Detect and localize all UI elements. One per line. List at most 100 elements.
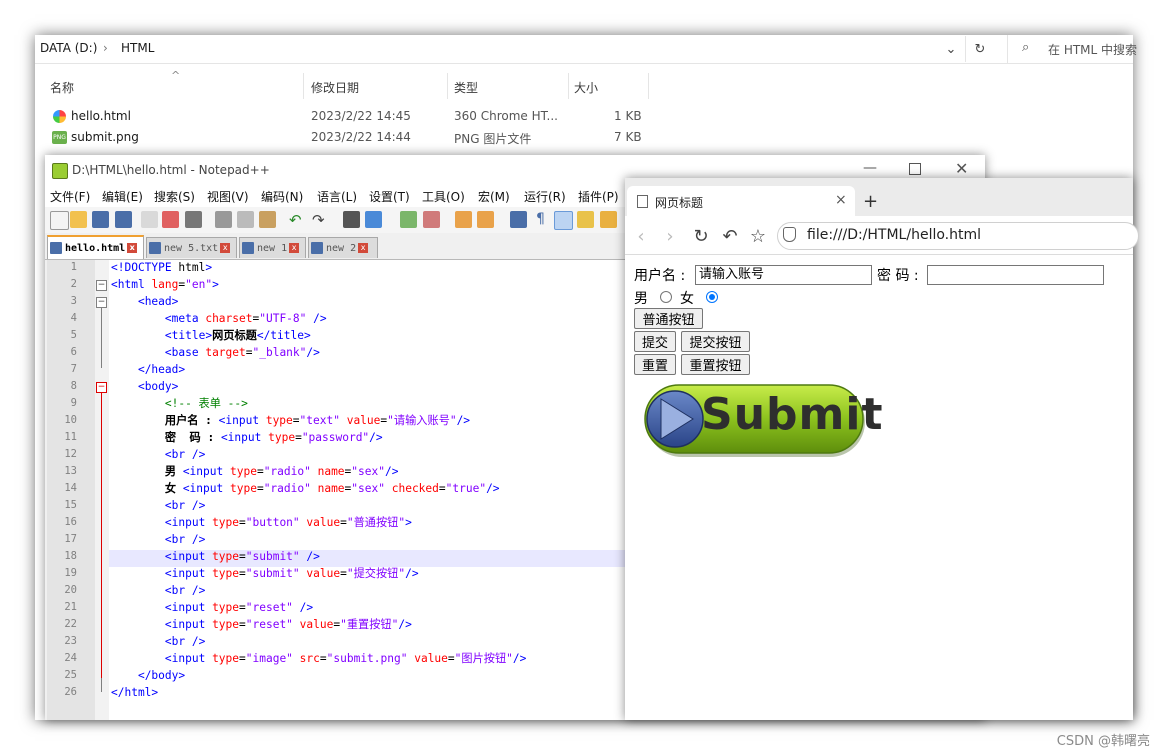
code-line[interactable]: <br /> bbox=[111, 531, 205, 548]
code-line[interactable]: <html lang="en"> bbox=[111, 276, 219, 293]
menu-search[interactable]: 搜索(S) bbox=[154, 188, 195, 205]
code-line[interactable]: 女 <input type="radio" name="sex" checked… bbox=[111, 480, 500, 497]
menu-tools[interactable]: 工具(O) bbox=[422, 188, 465, 205]
column-header-date[interactable]: 修改日期 bbox=[311, 79, 359, 96]
reset-button[interactable]: 重置按钮 bbox=[681, 354, 750, 375]
code-line[interactable]: </html> bbox=[111, 684, 158, 701]
code-line[interactable]: <body> bbox=[111, 378, 178, 395]
code-line[interactable]: <title>网页标题</title> bbox=[111, 327, 311, 344]
submit-button[interactable]: 提交按钮 bbox=[681, 331, 750, 352]
menu-settings[interactable]: 设置(T) bbox=[369, 188, 410, 205]
minimize-icon[interactable]: — bbox=[863, 160, 877, 176]
code-line[interactable]: <input type="submit" /> bbox=[111, 548, 320, 565]
save-icon[interactable] bbox=[92, 211, 109, 228]
column-divider[interactable] bbox=[648, 73, 649, 99]
refresh-icon[interactable]: ↻ bbox=[965, 36, 994, 62]
undo-icon[interactable]: ↶ bbox=[289, 211, 306, 229]
address-bar[interactable]: file:///D:/HTML/hello.html bbox=[777, 222, 1139, 250]
image-submit-button[interactable]: Submit bbox=[643, 383, 882, 459]
redo-icon[interactable]: ↷ bbox=[312, 211, 329, 229]
tab-close-icon[interactable]: x bbox=[289, 243, 300, 253]
address-bar[interactable]: DATA (D:) › HTML ⌄ ↻ ⌕ 在 HTML 中搜索 bbox=[35, 35, 1137, 64]
menu-file[interactable]: 文件(F) bbox=[50, 188, 90, 205]
column-header-type[interactable]: 类型 bbox=[454, 79, 478, 96]
chevron-down-icon[interactable]: ⌄ bbox=[937, 36, 965, 62]
normal-button[interactable]: 普通按钮 bbox=[634, 308, 703, 329]
code-line[interactable]: <input type="reset" value="重置按钮"/> bbox=[111, 616, 412, 633]
new-file-icon[interactable] bbox=[50, 211, 69, 230]
menu-edit[interactable]: 编辑(E) bbox=[102, 188, 143, 205]
tab-close-icon[interactable]: x bbox=[127, 243, 138, 253]
function-list-icon[interactable] bbox=[600, 211, 617, 228]
print-icon[interactable] bbox=[185, 211, 202, 228]
tab-new-5[interactable]: new 5.txt x bbox=[146, 237, 237, 258]
file-row[interactable]: hello.html 2023/2/22 14:45 360 Chrome HT… bbox=[35, 107, 655, 127]
close-all-icon[interactable] bbox=[162, 211, 179, 228]
new-tab-icon[interactable]: + bbox=[863, 191, 878, 212]
menu-run[interactable]: 运行(R) bbox=[524, 188, 566, 205]
male-radio[interactable] bbox=[660, 291, 672, 303]
tab-close-icon[interactable]: x bbox=[220, 243, 231, 253]
file-row[interactable]: PNG submit.png 2023/2/22 14:44 PNG 图片文件 … bbox=[35, 128, 655, 148]
open-file-icon[interactable] bbox=[70, 211, 87, 228]
forward-icon[interactable]: › bbox=[658, 224, 682, 248]
paste-icon[interactable] bbox=[259, 211, 276, 228]
search-input[interactable]: 在 HTML 中搜索 bbox=[1048, 41, 1137, 58]
code-line[interactable]: <input type="image" src="submit.png" val… bbox=[111, 650, 526, 667]
save-all-icon[interactable] bbox=[115, 211, 132, 228]
tab-new-1[interactable]: new 1 x bbox=[239, 237, 306, 258]
url-text[interactable]: file:///D:/HTML/hello.html bbox=[807, 227, 981, 243]
code-line[interactable]: </head> bbox=[111, 361, 185, 378]
code-line[interactable]: <input type="reset" /> bbox=[111, 599, 313, 616]
code-line[interactable]: <br /> bbox=[111, 582, 205, 599]
browser-tab[interactable]: 网页标题 × bbox=[627, 186, 855, 216]
code-line[interactable]: 密 码 : <input type="password"/> bbox=[111, 429, 383, 446]
maximize-icon[interactable] bbox=[909, 163, 921, 175]
username-input[interactable]: 请输入账号 bbox=[695, 265, 872, 285]
reload-icon[interactable]: ↻ bbox=[689, 224, 713, 248]
code-line[interactable]: <br /> bbox=[111, 633, 205, 650]
submit-default-button[interactable]: 提交 bbox=[634, 331, 676, 352]
show-all-chars-icon[interactable]: ¶ bbox=[532, 211, 549, 228]
close-file-icon[interactable] bbox=[141, 211, 158, 228]
tab-new-2[interactable]: new 2 x bbox=[308, 237, 378, 258]
sync-vertical-icon[interactable] bbox=[455, 211, 472, 228]
breadcrumb-drive[interactable]: DATA (D:) bbox=[40, 41, 97, 55]
code-line[interactable]: </body> bbox=[111, 667, 185, 684]
tab-close-icon[interactable]: × bbox=[835, 192, 847, 208]
code-line[interactable]: 用户名 : <input type="text" value="请输入账号"/> bbox=[111, 412, 470, 429]
search-box[interactable]: ⌕ 在 HTML 中搜索 bbox=[1007, 35, 1137, 63]
code-line[interactable]: <meta charset="UTF-8" /> bbox=[111, 310, 327, 327]
female-radio[interactable] bbox=[706, 291, 718, 303]
code-line[interactable]: 男 <input type="radio" name="sex"/> bbox=[111, 463, 399, 480]
doc-map-icon[interactable] bbox=[577, 211, 594, 228]
code-line[interactable]: <!DOCTYPE html> bbox=[111, 259, 212, 276]
password-input[interactable] bbox=[927, 265, 1104, 285]
word-wrap-icon[interactable] bbox=[510, 211, 527, 228]
bookmark-star-icon[interactable]: ☆ bbox=[746, 224, 770, 248]
menu-view[interactable]: 视图(V) bbox=[207, 188, 249, 205]
column-divider[interactable] bbox=[447, 73, 448, 99]
zoom-out-icon[interactable] bbox=[423, 211, 440, 228]
undo-close-icon[interactable]: ↶ bbox=[718, 224, 742, 248]
code-line[interactable]: <br /> bbox=[111, 497, 205, 514]
column-header-size[interactable]: 大小 bbox=[574, 79, 598, 96]
code-line[interactable]: <base target="_blank"/> bbox=[111, 344, 320, 361]
column-divider[interactable] bbox=[568, 73, 569, 99]
sync-horizontal-icon[interactable] bbox=[477, 211, 494, 228]
tab-hello-html[interactable]: hello.html x bbox=[47, 235, 144, 259]
reset-default-button[interactable]: 重置 bbox=[634, 354, 676, 375]
back-icon[interactable]: ‹ bbox=[629, 224, 653, 248]
menu-language[interactable]: 语言(L) bbox=[317, 188, 357, 205]
column-divider[interactable] bbox=[303, 73, 304, 99]
tab-close-icon[interactable]: x bbox=[358, 243, 369, 253]
close-icon[interactable]: ✕ bbox=[955, 159, 968, 178]
menu-plugins[interactable]: 插件(P) bbox=[578, 188, 619, 205]
code-line[interactable]: <input type="submit" value="提交按钮"/> bbox=[111, 565, 419, 582]
zoom-in-icon[interactable] bbox=[400, 211, 417, 228]
find-icon[interactable] bbox=[343, 211, 360, 228]
column-header-name[interactable]: 名称 bbox=[50, 79, 74, 96]
replace-icon[interactable] bbox=[365, 211, 382, 228]
breadcrumb-folder[interactable]: HTML bbox=[121, 41, 154, 55]
code-line[interactable]: <br /> bbox=[111, 446, 205, 463]
